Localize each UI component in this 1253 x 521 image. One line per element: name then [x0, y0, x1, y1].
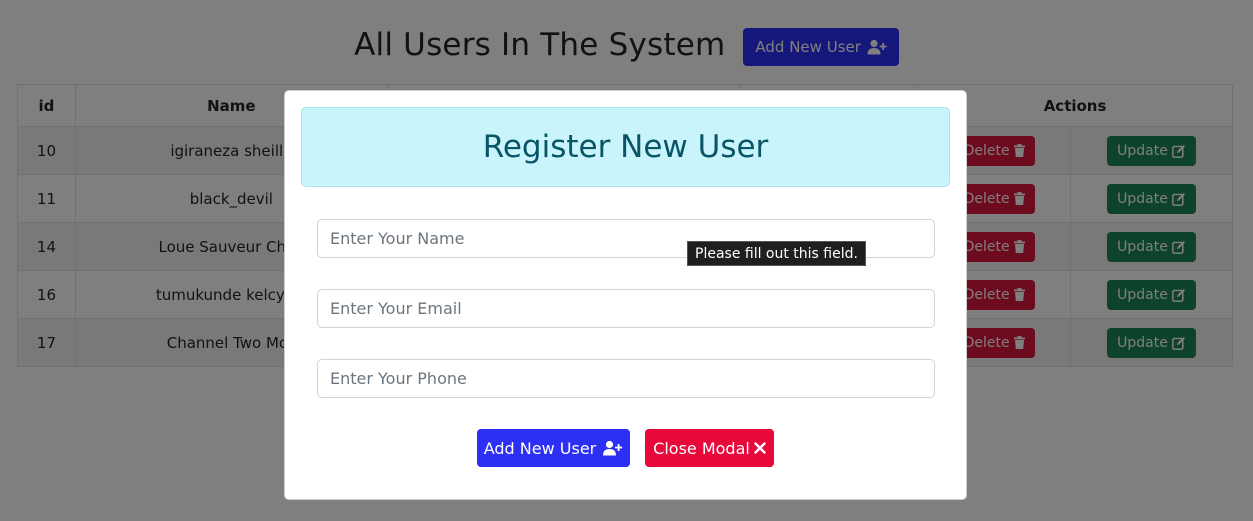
register-user-modal: Register New User Please fill out this f…	[284, 90, 967, 500]
modal-add-user-button[interactable]: Add New User	[477, 429, 630, 467]
modal-add-user-label: Add New User	[483, 438, 597, 458]
phone-input[interactable]	[317, 359, 935, 398]
close-icon	[754, 442, 766, 454]
validation-tooltip: Please fill out this field.	[687, 241, 866, 266]
email-input[interactable]	[317, 289, 935, 328]
close-modal-label: Close Modal	[653, 438, 750, 458]
user-plus-icon	[602, 440, 623, 456]
close-modal-button[interactable]: Close Modal	[645, 429, 774, 467]
modal-title: Register New User	[482, 129, 769, 165]
modal-header: Register New User	[301, 107, 950, 187]
